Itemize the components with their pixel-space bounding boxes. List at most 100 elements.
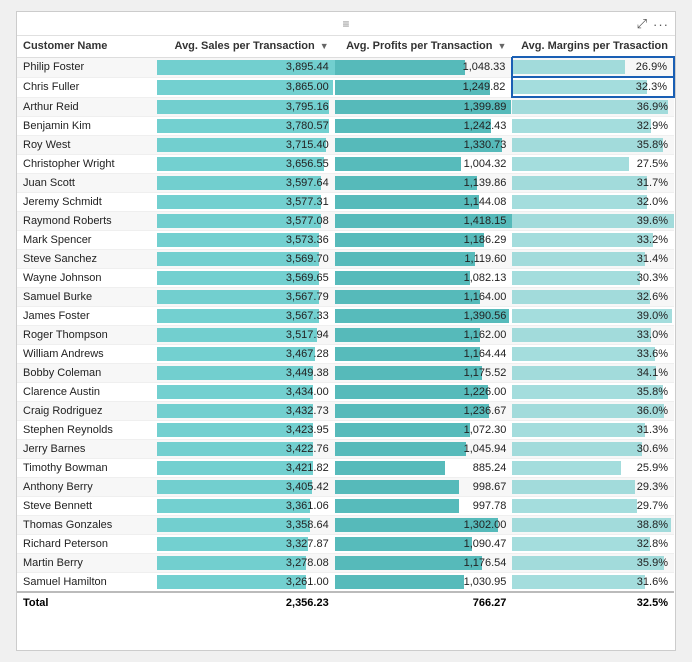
table-row[interactable]: Anthony Berry3,405.42998.6729.3%: [17, 478, 674, 497]
table-row[interactable]: Roy West3,715.401,330.7335.8%: [17, 136, 674, 155]
expand-icon[interactable]: ⤢: [637, 16, 647, 32]
table-row[interactable]: Timothy Bowman3,421.82885.2425.9%: [17, 459, 674, 478]
margins-bar: [512, 366, 656, 380]
cell-margins: 38.8%: [512, 516, 674, 535]
cell-sales: 3,569.70: [157, 250, 335, 269]
footer-label: Total: [17, 592, 157, 613]
table-row[interactable]: William Andrews3,467.281,164.4433.6%: [17, 345, 674, 364]
margins-value: 33.0%: [637, 329, 668, 341]
footer-profits: 766.27: [335, 592, 513, 613]
col-header-sales[interactable]: Avg. Sales per Transaction ▼: [157, 36, 335, 57]
cell-sales: 3,358.64: [157, 516, 335, 535]
margins-value: 31.4%: [637, 253, 668, 265]
profits-value: 1,226.00: [464, 386, 507, 398]
sales-value: 3,422.76: [286, 443, 329, 455]
table-row[interactable]: Richard Peterson3,327.871,090.4732.8%: [17, 535, 674, 554]
sales-value: 3,432.73: [286, 405, 329, 417]
col-header-profits[interactable]: Avg. Profits per Transaction ▼: [335, 36, 513, 57]
profits-bar: [335, 176, 477, 190]
table-row[interactable]: Martin Berry3,278.081,176.5435.9%: [17, 554, 674, 573]
cell-margins: 30.3%: [512, 269, 674, 288]
widget-container: ≡ ⤢ ··· Customer Name Avg. Sales per Tra…: [16, 11, 676, 651]
table-row[interactable]: Benjamin Kim3,780.571,242.4332.9%: [17, 117, 674, 136]
profits-bar: [335, 423, 470, 437]
margins-bar: [512, 442, 641, 456]
profits-value: 885.24: [473, 462, 507, 474]
cell-sales: 3,434.00: [157, 383, 335, 402]
cell-profits: 1,418.15: [335, 212, 513, 231]
cell-profits: 1,004.32: [335, 155, 513, 174]
profits-bar: [335, 480, 459, 494]
table-row[interactable]: Chris Fuller3,865.001,249.8232.3%: [17, 77, 674, 97]
table-row[interactable]: Jerry Barnes3,422.761,045.9430.6%: [17, 440, 674, 459]
profits-value: 1,048.33: [463, 61, 506, 73]
cell-sales: 3,449.38: [157, 364, 335, 383]
margins-value: 33.2%: [637, 234, 668, 246]
cell-margins: 32.0%: [512, 193, 674, 212]
cell-margins: 31.7%: [512, 174, 674, 193]
profits-bar: [335, 556, 482, 570]
table-row[interactable]: Stephen Reynolds3,423.951,072.3031.3%: [17, 421, 674, 440]
cell-sales: 3,517.94: [157, 326, 335, 345]
margins-value: 39.6%: [637, 215, 668, 227]
table-wrapper[interactable]: Customer Name Avg. Sales per Transaction…: [17, 36, 675, 650]
table-row[interactable]: Thomas Gonzales3,358.641,302.0038.8%: [17, 516, 674, 535]
margins-value: 35.8%: [637, 139, 668, 151]
table-row[interactable]: Wayne Johnson3,569.651,082.1330.3%: [17, 269, 674, 288]
table-row[interactable]: Raymond Roberts3,577.081,418.1539.6%: [17, 212, 674, 231]
table-row[interactable]: Bobby Coleman3,449.381,175.5234.1%: [17, 364, 674, 383]
cell-margins: 36.0%: [512, 402, 674, 421]
table-row[interactable]: Steve Sanchez3,569.701,119.6031.4%: [17, 250, 674, 269]
table-row[interactable]: Craig Rodriguez3,432.731,236.6736.0%: [17, 402, 674, 421]
cell-profits: 1,030.95: [335, 573, 513, 593]
more-icon[interactable]: ···: [653, 17, 669, 32]
profits-value: 1,186.29: [464, 234, 507, 246]
cell-name: Chris Fuller: [17, 77, 157, 97]
margins-value: 30.6%: [637, 443, 668, 455]
cell-sales: 3,577.08: [157, 212, 335, 231]
cell-margins: 35.9%: [512, 554, 674, 573]
table-row[interactable]: Samuel Hamilton3,261.001,030.9531.6%: [17, 573, 674, 593]
table-row[interactable]: Clarence Austin3,434.001,226.0035.8%: [17, 383, 674, 402]
cell-profits: 1,302.00: [335, 516, 513, 535]
profits-value: 1,004.32: [464, 158, 507, 170]
cell-margins: 29.7%: [512, 497, 674, 516]
cell-margins: 26.9%: [512, 57, 674, 77]
table-row[interactable]: James Foster3,567.331,390.5639.0%: [17, 307, 674, 326]
cell-profits: 1,162.00: [335, 326, 513, 345]
table-row[interactable]: Arthur Reid3,795.161,399.8936.9%: [17, 97, 674, 117]
margins-bar: [512, 290, 649, 304]
cell-margins: 27.5%: [512, 155, 674, 174]
table-row[interactable]: Jeremy Schmidt3,577.311,144.0832.0%: [17, 193, 674, 212]
cell-sales: 3,421.82: [157, 459, 335, 478]
profits-bar: [335, 575, 465, 589]
col-header-margins: Avg. Margins per Trasaction: [512, 36, 674, 57]
table-row[interactable]: Mark Spencer3,573.361,186.2933.2%: [17, 231, 674, 250]
cell-sales: 3,423.95: [157, 421, 335, 440]
profits-bar: [335, 328, 481, 342]
cell-name: Steve Sanchez: [17, 250, 157, 269]
table-row[interactable]: Christopher Wright3,656.551,004.3227.5%: [17, 155, 674, 174]
cell-profits: 1,236.67: [335, 402, 513, 421]
profits-value: 1,045.94: [464, 443, 507, 455]
table-row[interactable]: Juan Scott3,597.641,139.8631.7%: [17, 174, 674, 193]
sales-value: 3,780.57: [286, 120, 329, 132]
cell-sales: 3,327.87: [157, 535, 335, 554]
margins-value: 32.0%: [637, 196, 668, 208]
table-row[interactable]: Philip Foster3,895.441,048.3326.9%: [17, 57, 674, 77]
sales-value: 3,423.95: [286, 424, 329, 436]
sales-value: 3,261.00: [286, 576, 329, 588]
table-row[interactable]: Roger Thompson3,517.941,162.0033.0%: [17, 326, 674, 345]
cell-profits: 1,249.82: [335, 77, 513, 97]
margins-bar: [512, 537, 649, 551]
cell-profits: 1,090.47: [335, 535, 513, 554]
table-row[interactable]: Steve Bennett3,361.06997.7829.7%: [17, 497, 674, 516]
profits-value: 997.78: [473, 500, 507, 512]
cell-name: Roy West: [17, 136, 157, 155]
cell-name: Steve Bennett: [17, 497, 157, 516]
cell-margins: 33.6%: [512, 345, 674, 364]
drag-icon[interactable]: ≡: [342, 17, 349, 31]
table-row[interactable]: Samuel Burke3,567.791,164.0032.6%: [17, 288, 674, 307]
cell-profits: 997.78: [335, 497, 513, 516]
cell-profits: 998.67: [335, 478, 513, 497]
